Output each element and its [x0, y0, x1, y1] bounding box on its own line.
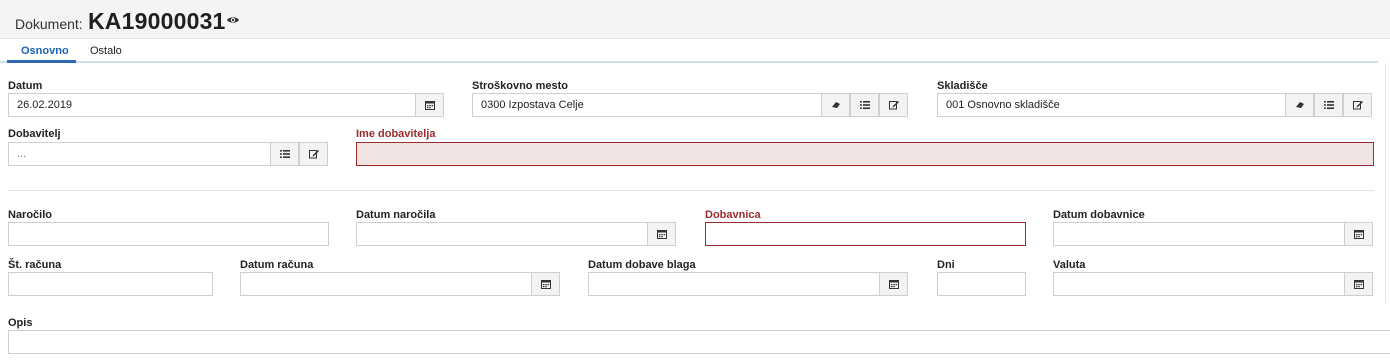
calendar-icon — [888, 280, 899, 289]
opis-field[interactable] — [8, 330, 1390, 354]
datum-label: Datum — [8, 80, 43, 92]
list-icon — [1323, 101, 1334, 109]
narocilo-field[interactable] — [8, 222, 329, 246]
valuta-label: Valuta — [1053, 259, 1086, 271]
eraser-icon — [831, 102, 840, 108]
datum-dobave-blaga-label: Datum dobave blaga — [588, 259, 696, 271]
form-right-border — [1385, 63, 1386, 303]
dobavitelj-field[interactable]: ... — [8, 142, 271, 166]
dni-label: Dni — [937, 259, 955, 271]
narocilo-label: Naročilo — [8, 209, 53, 221]
tab-ostalo[interactable]: Ostalo — [90, 45, 122, 57]
tab-divider — [0, 61, 1378, 63]
datum-dobavnice-field[interactable] — [1053, 222, 1345, 246]
tab-bar: Osnovno Ostalo — [0, 39, 1390, 63]
calendar-icon — [1353, 230, 1364, 239]
dobavitelj-edit-button[interactable] — [299, 142, 328, 166]
dobavitelj-label: Dobavitelj — [8, 128, 61, 140]
st-racuna-label: Št. računa — [8, 259, 62, 271]
datum-racuna-label: Datum računa — [240, 259, 314, 271]
datum-dobave-blaga-field[interactable] — [588, 272, 880, 296]
dobavitelj-list-button[interactable] — [270, 142, 299, 166]
section-divider — [8, 190, 1374, 191]
eye-icon[interactable] — [226, 15, 240, 25]
datum-dobavnice-label: Datum dobavnice — [1053, 209, 1145, 221]
skladisce-label: Skladišče — [937, 80, 988, 92]
datum-racuna-calendar-button[interactable] — [531, 272, 560, 296]
st-racuna-field[interactable] — [8, 272, 213, 296]
edit-icon — [888, 101, 899, 110]
datum-narocila-field[interactable] — [356, 222, 648, 246]
list-icon — [279, 150, 290, 158]
edit-icon — [1352, 101, 1363, 110]
valuta-calendar-button[interactable] — [1344, 272, 1373, 296]
calendar-icon — [656, 230, 667, 239]
datum-dobavnice-calendar-button[interactable] — [1344, 222, 1373, 246]
opis-label: Opis — [8, 317, 33, 329]
dobavnica-field[interactable] — [705, 222, 1026, 246]
datum-narocila-label: Datum naročila — [356, 209, 436, 221]
stroskovno-mesto-clear-button[interactable] — [821, 93, 850, 117]
dni-field[interactable] — [937, 272, 1026, 296]
skladisce-clear-button[interactable] — [1285, 93, 1314, 117]
tab-osnovno[interactable]: Osnovno — [21, 45, 69, 57]
stroskovno-mesto-list-button[interactable] — [850, 93, 879, 117]
calendar-icon — [540, 280, 551, 289]
skladisce-list-button[interactable] — [1314, 93, 1343, 117]
ime-dobavitelja-label: Ime dobavitelja — [356, 128, 436, 140]
datum-racuna-field[interactable] — [240, 272, 532, 296]
datum-calendar-button[interactable] — [415, 93, 444, 117]
document-header: Dokument: KA19000031 — [0, 0, 1390, 39]
document-label: Dokument: — [15, 16, 83, 32]
list-icon — [859, 101, 870, 109]
datum-dobave-blaga-calendar-button[interactable] — [879, 272, 908, 296]
stroskovno-mesto-edit-button[interactable] — [879, 93, 908, 117]
valuta-field[interactable] — [1053, 272, 1345, 296]
skladisce-edit-button[interactable] — [1343, 93, 1372, 117]
calendar-icon — [424, 101, 435, 110]
skladisce-field[interactable]: 001 Osnovno skladišče — [937, 93, 1287, 117]
stroskovno-mesto-label: Stroškovno mesto — [472, 80, 568, 92]
dobavnica-label: Dobavnica — [705, 209, 761, 221]
document-number: KA19000031 — [88, 8, 226, 34]
active-tab-indicator — [7, 60, 76, 63]
stroskovno-mesto-field[interactable]: 0300 Izpostava Celje — [472, 93, 822, 117]
eraser-icon — [1295, 102, 1304, 108]
calendar-icon — [1353, 280, 1364, 289]
ime-dobavitelja-field — [356, 142, 1374, 166]
datum-field[interactable]: 26.02.2019 — [8, 93, 416, 117]
edit-icon — [308, 150, 319, 159]
datum-narocila-calendar-button[interactable] — [647, 222, 676, 246]
